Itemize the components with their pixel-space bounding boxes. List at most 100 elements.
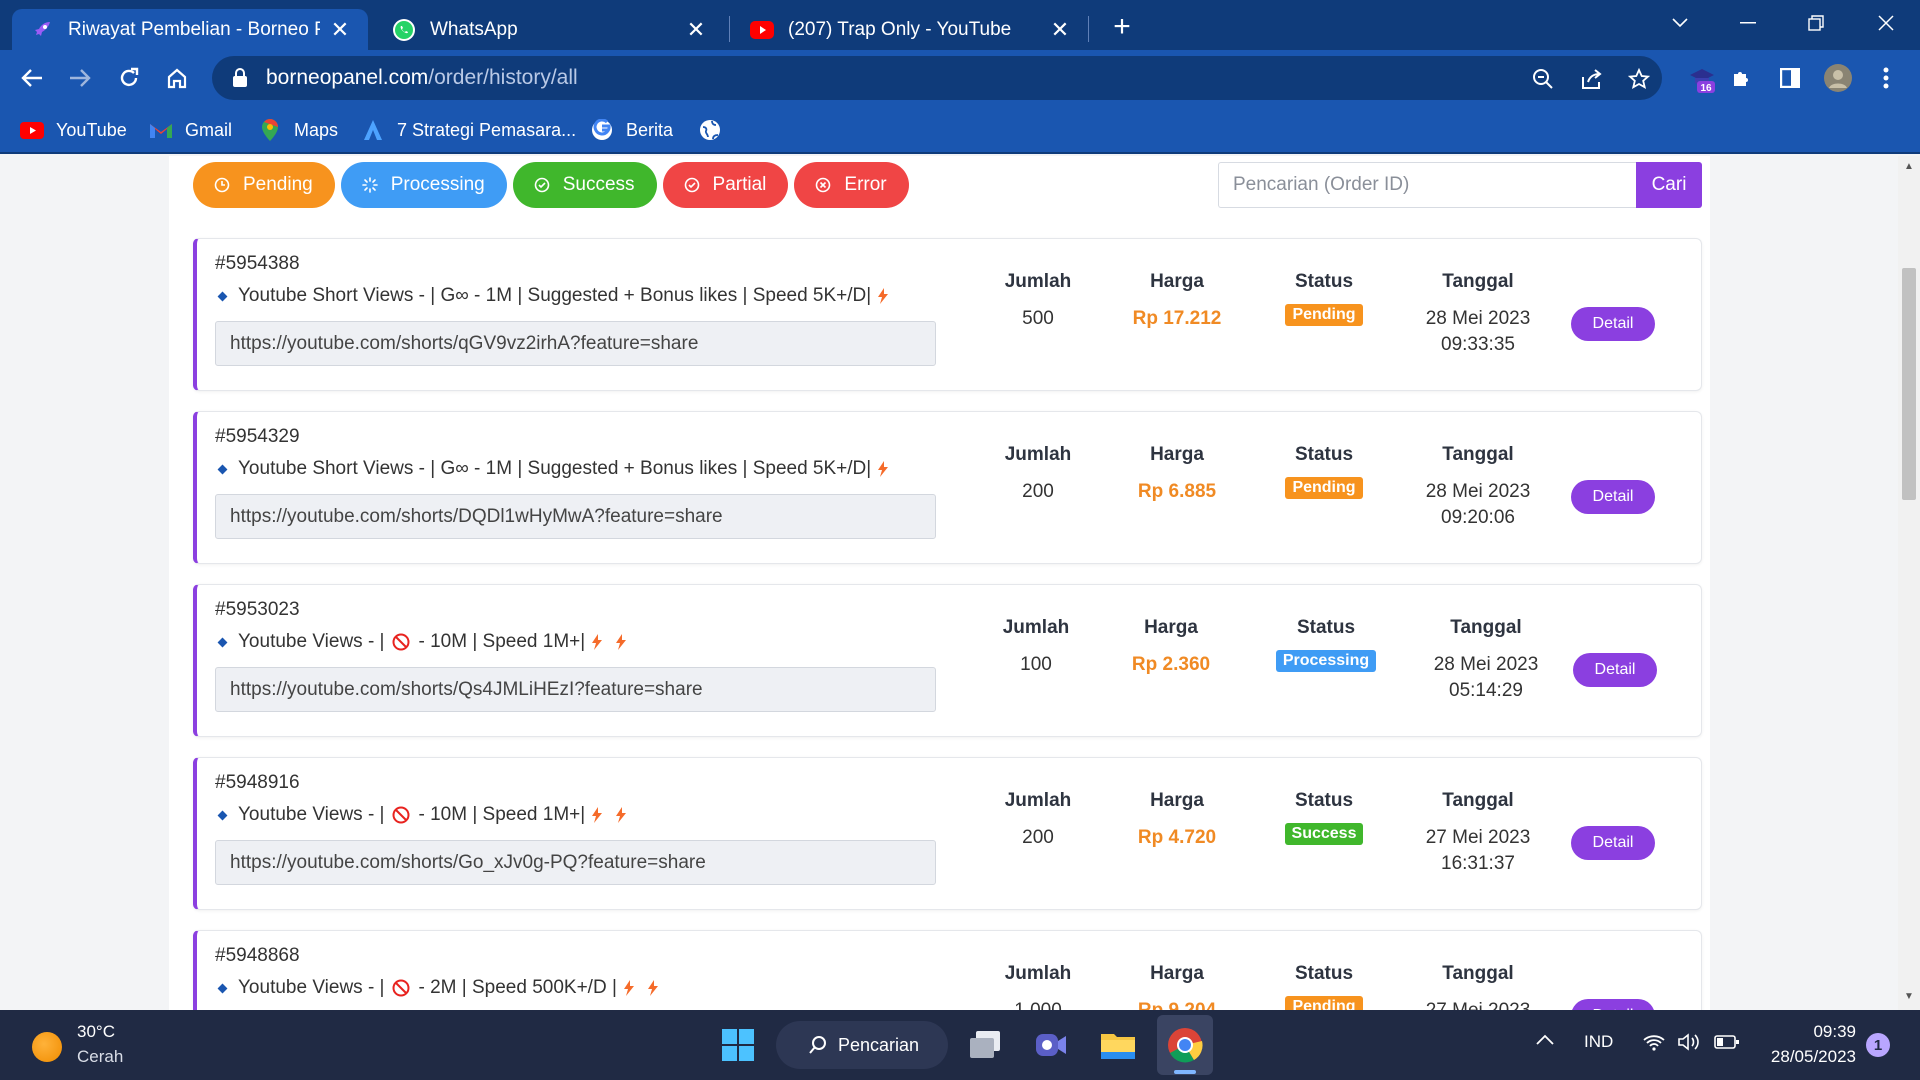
bookmark-globe[interactable] — [698, 116, 734, 144]
detail-button[interactable]: Detail — [1571, 999, 1655, 1010]
chrome-icon[interactable] — [1165, 1025, 1205, 1065]
share-icon[interactable] — [1578, 66, 1604, 92]
order-card: #5953023 Youtube Views - | - 10M | Speed… — [193, 584, 1702, 737]
status-column: Status Pending — [1259, 444, 1389, 499]
bookmark-label: Berita — [626, 119, 674, 140]
forward-arrow-icon[interactable] — [62, 60, 98, 96]
order-link-field[interactable]: https://youtube.com/shorts/qGV9vz2irhA?f… — [215, 321, 936, 366]
qty-value: 200 — [1022, 827, 1054, 848]
filter-processing-button[interactable]: Processing — [340, 162, 507, 208]
qty-column: Jumlah 500 — [983, 271, 1093, 332]
scroll-thumb[interactable] — [1902, 268, 1916, 500]
close-icon[interactable]: ✕ — [328, 17, 352, 42]
lock-icon[interactable] — [228, 66, 252, 90]
weather-description[interactable]: Cerah — [77, 1047, 123, 1067]
detail-button[interactable]: Detail — [1571, 307, 1655, 341]
side-panel-icon[interactable] — [1772, 60, 1808, 96]
tab-youtube[interactable]: (207) Trap Only - YouTube ✕ — [732, 9, 1088, 50]
new-tab-button[interactable]: + — [1106, 12, 1138, 44]
date-header: Tanggal — [1442, 963, 1514, 984]
order-id-search-input[interactable] — [1218, 162, 1636, 208]
detail-button[interactable]: Detail — [1571, 826, 1655, 860]
restore-icon[interactable] — [1796, 6, 1836, 40]
zoom-icon[interactable] — [1530, 66, 1556, 92]
filter-partial-button[interactable]: Partial — [662, 162, 789, 208]
back-arrow-icon[interactable] — [14, 60, 50, 96]
page-scrollbar[interactable]: ▲ ▼ — [1898, 156, 1920, 1010]
tab-divider — [729, 16, 730, 42]
clock-date[interactable]: 28/05/2023 — [1762, 1047, 1856, 1067]
strategy-icon — [361, 118, 385, 142]
qty-column: Jumlah 1.000 — [983, 963, 1093, 1010]
chevron-up-icon[interactable] — [1536, 1030, 1554, 1050]
bookmark-berita[interactable]: Berita — [590, 116, 673, 144]
taskbar-search[interactable]: Pencarian — [776, 1021, 948, 1069]
home-icon[interactable] — [159, 60, 195, 96]
tab-strip: Riwayat Pembelian - Borneo Panel ✕ Whats… — [0, 0, 1920, 50]
qty-header: Jumlah — [1002, 617, 1070, 638]
scroll-down-arrow-icon[interactable]: ▼ — [1904, 992, 1914, 1002]
clock-time[interactable]: 09:39 — [1810, 1022, 1856, 1042]
whatsapp-icon — [392, 18, 416, 42]
menu-dots-icon[interactable] — [1868, 60, 1904, 96]
wifi-icon[interactable] — [1642, 1032, 1666, 1057]
order-link-field[interactable]: https://youtube.com/shorts/Go_xJv0g-PQ?f… — [215, 840, 936, 885]
star-icon[interactable] — [1626, 66, 1652, 92]
puzzle-icon[interactable] — [1724, 60, 1760, 96]
task-view-icon[interactable] — [965, 1025, 1005, 1065]
battery-icon[interactable] — [1714, 1034, 1740, 1055]
status-header: Status — [1294, 271, 1354, 292]
weather-temperature[interactable]: 30°C — [77, 1022, 115, 1042]
price-column: Harga Rp 9.204 — [1117, 963, 1237, 1010]
close-icon[interactable]: ✕ — [1048, 17, 1072, 42]
qty-value: 500 — [1022, 308, 1054, 329]
scroll-up-arrow-icon[interactable]: ▲ — [1904, 162, 1914, 172]
notification-badge[interactable]: 1 — [1866, 1033, 1890, 1057]
bookmark-youtube[interactable]: YouTube — [20, 116, 127, 144]
order-card: #5948916 Youtube Views - | - 10M | Speed… — [193, 757, 1702, 910]
filter-error-button[interactable]: Error — [794, 162, 909, 208]
taskbar-search-label: Pencarian — [838, 1034, 920, 1055]
windows-start-icon[interactable] — [718, 1025, 758, 1065]
file-explorer-icon[interactable] — [1098, 1025, 1138, 1065]
bookmark-gmail[interactable]: Gmail — [149, 116, 232, 144]
lightning-icon — [647, 979, 659, 997]
close-icon[interactable]: ✕ — [684, 17, 708, 42]
status-column: Status Pending — [1259, 271, 1389, 326]
browser-toolbar: borneopanel.com/order/history/all 16 — [0, 50, 1920, 106]
tab-whatsapp[interactable]: WhatsApp ✕ — [374, 9, 724, 50]
youtube-icon — [20, 118, 44, 142]
profile-avatar-icon[interactable] — [1820, 60, 1856, 96]
search-icon — [808, 1035, 828, 1055]
price-value: Rp 2.360 — [1131, 654, 1211, 675]
search-button[interactable]: Cari — [1636, 162, 1702, 208]
bookmark-maps[interactable]: Maps — [258, 116, 338, 144]
language-indicator[interactable]: IND — [1584, 1032, 1613, 1052]
meet-icon[interactable] — [1031, 1025, 1071, 1065]
status-column: Status Processing — [1251, 617, 1401, 672]
address-bar[interactable]: borneopanel.com/order/history/all — [212, 56, 1662, 100]
order-link-field[interactable]: https://youtube.com/shorts/Qs4JMLiHEzI?f… — [215, 667, 936, 712]
minimize-icon[interactable] — [1728, 6, 1768, 40]
detail-button[interactable]: Detail — [1571, 480, 1655, 514]
volume-icon[interactable] — [1677, 1032, 1701, 1057]
close-window-icon[interactable] — [1866, 6, 1906, 40]
bookmark-strategi[interactable]: 7 Strategi Pemasara... — [361, 116, 576, 144]
filter-pending-button[interactable]: Pending — [193, 162, 335, 208]
sun-icon[interactable] — [32, 1032, 62, 1062]
order-id: #5954388 — [215, 253, 300, 274]
extension-hat-icon[interactable]: 16 — [1684, 60, 1720, 96]
order-id: #5953023 — [215, 599, 300, 620]
tab-search-chevron-icon[interactable] — [1660, 6, 1700, 40]
tab-borneo-panel[interactable]: Riwayat Pembelian - Borneo Panel ✕ — [12, 9, 368, 50]
filter-success-button[interactable]: Success — [512, 162, 657, 208]
qty-value: 100 — [1020, 654, 1052, 675]
detail-button[interactable]: Detail — [1573, 653, 1657, 687]
service-name: Youtube Views - | - 10M | Speed 1M+| — [217, 804, 627, 826]
page-viewport: Pending Processing Success Partial Error… — [0, 156, 1898, 1010]
google-icon — [590, 118, 614, 142]
reload-icon[interactable] — [111, 60, 147, 96]
no-entry-icon — [392, 979, 410, 997]
order-link-field[interactable]: https://youtube.com/shorts/DQDl1wHyMwA?f… — [215, 494, 936, 539]
globe-icon — [698, 118, 722, 142]
